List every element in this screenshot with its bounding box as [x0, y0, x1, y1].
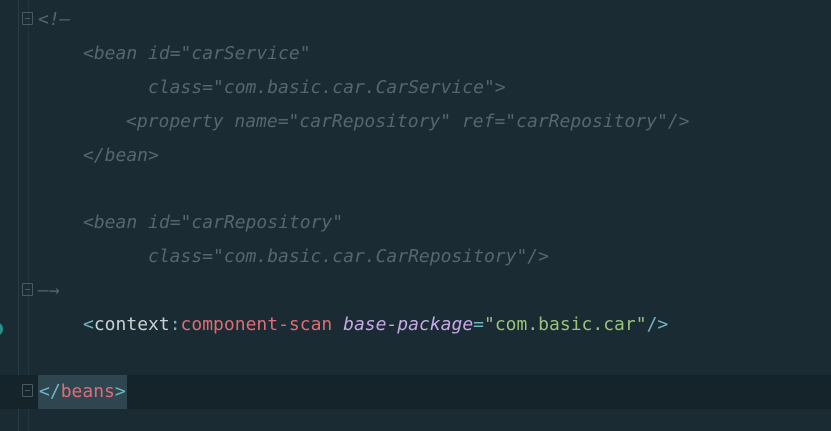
- component-scan-text: <context:component-scan base-package="co…: [83, 308, 668, 342]
- namespace-colon: :: [169, 314, 181, 335]
- equals-sign: =: [473, 314, 484, 335]
- fold-icon[interactable]: [22, 283, 33, 296]
- bean2-class-text: class="com.basic.car.CarRepository"/>: [148, 246, 549, 267]
- close-open-bracket: </: [39, 381, 61, 402]
- bean1-property-text: <property name="carRepository" ref="carR…: [126, 111, 690, 132]
- beans-tag-name: beans: [60, 381, 115, 402]
- tag-name: component-scan: [180, 314, 333, 335]
- comment-open-text: <!—: [38, 9, 71, 30]
- code-line-bean2-class[interactable]: class="com.basic.car.CarRepository"/>: [0, 240, 831, 274]
- code-line-comment-open[interactable]: <!—: [0, 3, 831, 37]
- code-line-comment-close[interactable]: —→: [0, 274, 831, 308]
- bean2-open-text: <bean id="carRepository": [83, 212, 344, 233]
- close-bracket: >: [114, 381, 126, 402]
- code-line-bean2-open[interactable]: <bean id="carRepository": [0, 206, 831, 240]
- code-line-bean1-class[interactable]: class="com.basic.car.CarService">: [0, 71, 831, 105]
- self-close-bracket: />: [646, 314, 669, 335]
- namespace-prefix: context: [93, 314, 170, 335]
- code-line-component-scan[interactable]: <context:component-scan base-package="co…: [0, 308, 831, 342]
- comment-close-text: —→: [38, 280, 60, 301]
- code-line-bean1-open[interactable]: <bean id="carService": [0, 37, 831, 71]
- attribute-value: "com.basic.car": [484, 314, 647, 335]
- fold-icon[interactable]: [22, 384, 33, 397]
- code-line-beans-close[interactable]: </beans>: [0, 375, 831, 409]
- beans-close-text: </beans>: [38, 375, 127, 409]
- code-editor[interactable]: <!— <bean id="carService" class="com.bas…: [0, 0, 831, 431]
- code-line-bean1-close[interactable]: </bean>: [0, 139, 831, 173]
- open-bracket: <: [83, 314, 94, 335]
- fold-icon[interactable]: [22, 12, 33, 25]
- bean1-close-text: </bean>: [83, 145, 159, 166]
- code-line-bean1-property[interactable]: <property name="carRepository" ref="carR…: [0, 105, 831, 139]
- bean1-class-text: class="com.basic.car.CarService">: [148, 77, 506, 98]
- attribute-name: base-package: [343, 314, 474, 335]
- bean1-open-text: <bean id="carService": [83, 43, 311, 64]
